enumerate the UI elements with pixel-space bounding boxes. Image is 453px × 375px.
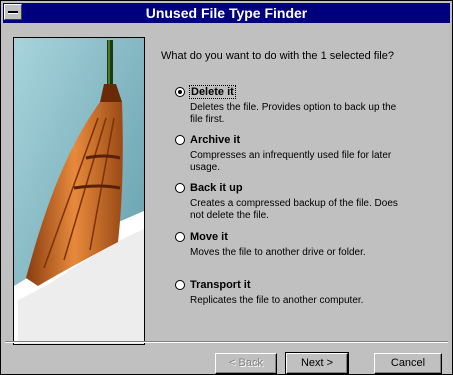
radio-button[interactable] bbox=[175, 183, 185, 193]
title-bar[interactable]: Unused File Type Finder bbox=[3, 3, 450, 23]
next-button[interactable]: Next > bbox=[285, 352, 349, 375]
radio-button[interactable] bbox=[175, 280, 185, 290]
option-description: Compresses an infrequently used file for… bbox=[190, 150, 392, 173]
back-button[interactable]: < Back bbox=[215, 353, 277, 374]
radio-button[interactable] bbox=[175, 232, 185, 242]
radio-button[interactable] bbox=[175, 135, 185, 145]
window-title: Unused File Type Finder bbox=[145, 5, 308, 21]
option-label[interactable]: Delete it bbox=[189, 85, 236, 99]
broom-illustration bbox=[13, 37, 145, 345]
radio-selected-dot bbox=[178, 90, 182, 94]
option-label[interactable]: Transport it bbox=[190, 279, 251, 291]
cancel-button[interactable]: Cancel bbox=[374, 353, 442, 374]
option-label[interactable]: Move it bbox=[190, 231, 228, 243]
wizard-window: Unused File Type Finder What do you want… bbox=[0, 0, 453, 375]
option-description: Creates a compressed backup of the file.… bbox=[190, 198, 398, 221]
option-description: Moves the file to another drive or folde… bbox=[190, 247, 366, 258]
prompt-text: What do you want to do with the 1 select… bbox=[161, 50, 394, 62]
option-label[interactable]: Back it up bbox=[190, 182, 243, 194]
option-description: Replicates the file to another computer. bbox=[190, 295, 364, 306]
radio-button[interactable] bbox=[175, 87, 185, 97]
option-description: Deletes the file. Provides option to bac… bbox=[190, 102, 397, 125]
option-label[interactable]: Archive it bbox=[190, 134, 240, 146]
separator-line bbox=[5, 341, 448, 343]
